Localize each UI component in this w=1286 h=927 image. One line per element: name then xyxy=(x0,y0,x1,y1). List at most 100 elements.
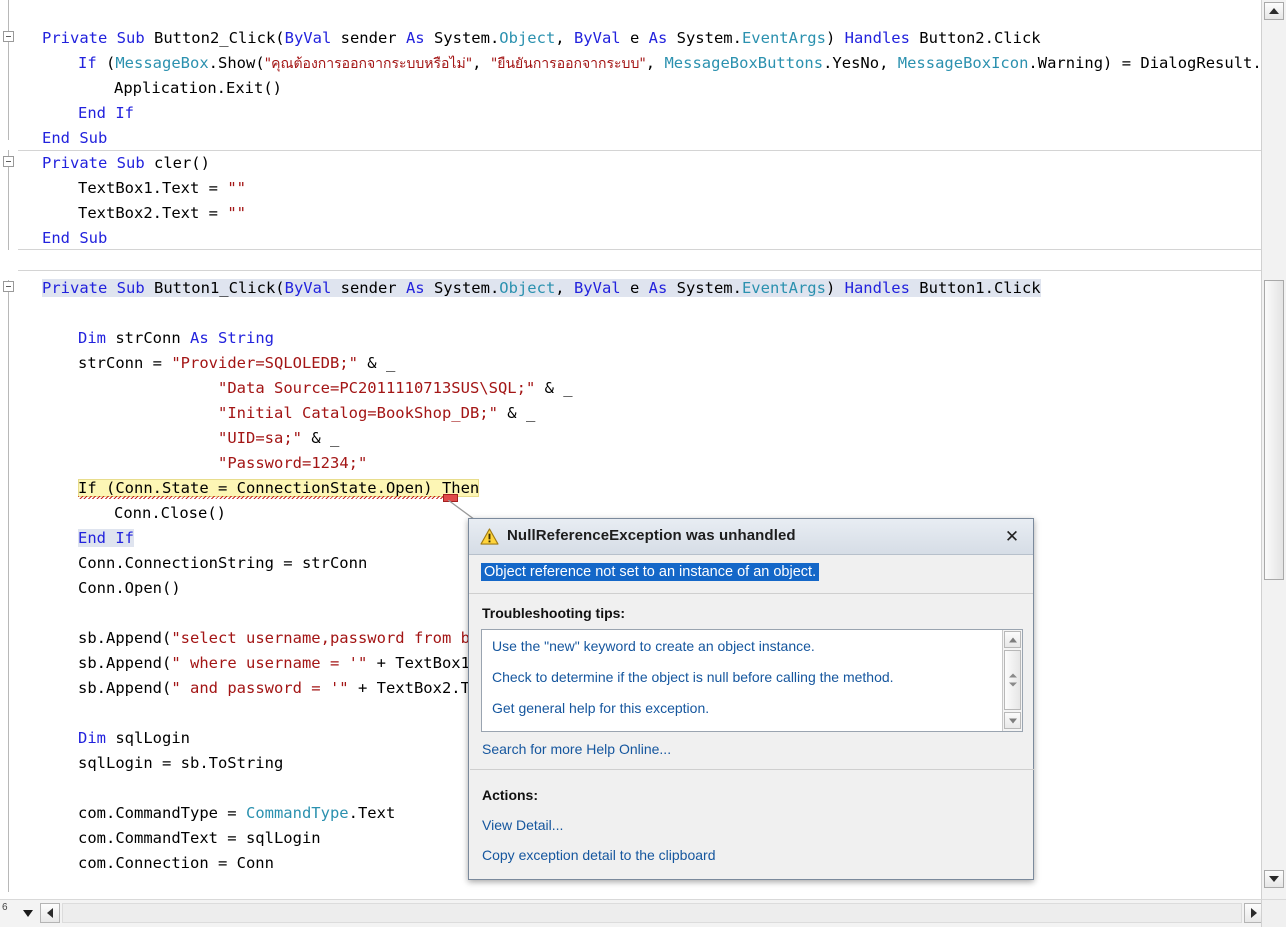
code-line[interactable]: sqlLogin = sb.ToString xyxy=(0,751,283,776)
scroll-down-button[interactable] xyxy=(1264,870,1284,888)
editor-horizontal-scrollbar[interactable]: 6 xyxy=(0,899,1286,927)
code-token: TextBox1.Text = xyxy=(78,179,228,197)
code-line[interactable]: com.Connection = Conn xyxy=(0,851,274,876)
code-line[interactable]: sb.Append(" where username = '" + TextBo… xyxy=(0,651,498,676)
code-line[interactable]: Private Sub Button1_Click(ByVal sender A… xyxy=(0,276,1041,301)
code-token: .YesNo, xyxy=(823,54,898,72)
tips-scroll-down-button[interactable] xyxy=(1004,712,1021,729)
code-token: MessageBox xyxy=(115,54,209,72)
code-line[interactable]: com.CommandType = CommandType.Text xyxy=(0,801,395,826)
code-line[interactable]: Private Sub cler() xyxy=(0,151,210,176)
actions-heading: Actions: xyxy=(482,787,538,803)
exception-assistant-dialog[interactable]: NullReferenceException was unhandled ✕ O… xyxy=(468,518,1034,880)
chevron-left-icon xyxy=(47,908,53,918)
tips-scrollbar[interactable] xyxy=(1002,630,1022,731)
code-token: "" xyxy=(227,204,246,222)
code-line[interactable]: Conn.Open() xyxy=(0,576,181,601)
code-token: sender xyxy=(331,29,406,47)
code-token: "Initial Catalog=BookShop_DB;" xyxy=(218,404,498,422)
code-line[interactable]: com.CommandText = sqlLogin xyxy=(0,826,321,851)
code-line[interactable]: sb.Append("select username,password from… xyxy=(0,626,498,651)
exception-message[interactable]: Object reference not set to an instance … xyxy=(481,563,820,581)
code-line[interactable]: Conn.ConnectionString = strConn xyxy=(0,551,367,576)
code-token: " where username = '" xyxy=(171,654,368,672)
code-line[interactable]: Application.Exit() xyxy=(0,76,282,101)
region-separator xyxy=(18,150,1262,151)
troubleshooting-tips-list[interactable]: Use the "new" keyword to create an objec… xyxy=(481,629,1023,732)
code-line[interactable]: Conn.Close() xyxy=(0,501,226,526)
code-token: Private Sub xyxy=(42,29,154,47)
code-line[interactable]: "UID=sa;" & _ xyxy=(0,426,339,451)
code-line[interactable]: End If xyxy=(0,526,134,551)
code-token: com.Connection = Conn xyxy=(78,854,274,872)
code-line[interactable]: "Data Source=PC2011110713SUS\SQL;" & _ xyxy=(0,376,573,401)
code-token: Conn.ConnectionString = strConn xyxy=(78,554,368,572)
code-line[interactable]: End Sub xyxy=(0,126,107,151)
horizontal-scrollbar-track[interactable] xyxy=(62,903,1242,923)
code-token: "Provider=SQLOLEDB;" xyxy=(171,354,358,372)
vertical-scrollbar-thumb[interactable] xyxy=(1264,280,1284,580)
scroll-up-button[interactable] xyxy=(1264,2,1284,20)
code-token: Button1_Click( xyxy=(153,279,285,297)
editor-vertical-scrollbar[interactable] xyxy=(1261,0,1286,905)
code-token: As xyxy=(648,279,668,297)
code-token: Button1.Click xyxy=(909,279,1041,297)
code-token: "select username,password from bs_e xyxy=(171,629,498,647)
chevron-down-icon[interactable] xyxy=(22,908,34,918)
dialog-divider xyxy=(470,769,1034,770)
code-token: .Show( xyxy=(208,54,265,72)
scroll-left-button[interactable] xyxy=(40,903,60,923)
tip-link[interactable]: Check to determine if the object is null… xyxy=(492,669,894,685)
tips-scrollbar-thumb[interactable] xyxy=(1004,650,1021,710)
code-line[interactable]: "Password=1234;" xyxy=(0,451,367,476)
code-line[interactable]: End Sub xyxy=(0,226,107,251)
code-token: & _ xyxy=(302,429,340,447)
code-line[interactable]: Dim sqlLogin xyxy=(0,726,190,751)
code-token: EventArgs xyxy=(741,29,826,47)
code-token: "Data Source=PC2011110713SUS\SQL;" xyxy=(218,379,536,397)
code-token: .Warning) = DialogResult.Yes) xyxy=(1028,54,1262,72)
code-line[interactable]: Private Sub Button2_Click(ByVal sender A… xyxy=(0,26,1041,51)
tip-link[interactable]: Use the "new" keyword to create an objec… xyxy=(492,638,815,654)
chevron-down-icon xyxy=(1269,876,1279,882)
tip-link[interactable]: Get general help for this exception. xyxy=(492,700,709,716)
code-token: Application xyxy=(114,79,217,97)
chevron-right-icon xyxy=(1251,908,1257,918)
code-line[interactable]: End If xyxy=(0,101,134,126)
code-line[interactable]: "Initial Catalog=BookShop_DB;" & _ xyxy=(0,401,535,426)
code-line[interactable]: sb.Append(" and password = '" + TextBox2… xyxy=(0,676,498,701)
view-detail-link[interactable]: View Detail... xyxy=(482,817,563,833)
code-token: , xyxy=(555,279,574,297)
code-token: , xyxy=(555,29,574,47)
code-token: , xyxy=(645,54,665,72)
code-token: sender xyxy=(331,279,406,297)
code-token: & _ xyxy=(497,404,536,422)
code-line[interactable]: If (MessageBox.Show("คุณต้องการออกจากระบ… xyxy=(0,51,1262,76)
troubleshooting-tips-heading: Troubleshooting tips: xyxy=(482,605,626,621)
code-token: e xyxy=(620,29,649,47)
copy-exception-detail-link[interactable]: Copy exception detail to the clipboard xyxy=(482,847,715,863)
close-icon[interactable]: ✕ xyxy=(1001,526,1023,548)
code-token: As xyxy=(405,279,425,297)
code-token: Dim xyxy=(78,729,106,747)
code-line[interactable]: TextBox1.Text = "" xyxy=(0,176,246,201)
code-token: " and password = '" xyxy=(171,679,349,697)
code-token: System. xyxy=(424,279,500,297)
code-token: If (Conn.State = ConnectionState.Open) T… xyxy=(78,479,480,497)
code-token: Object xyxy=(499,279,556,297)
code-token: "คุณต้องการออกจากระบบหรือไม่" xyxy=(264,56,473,72)
code-token: End Sub xyxy=(42,229,108,247)
chevron-up-icon xyxy=(1269,8,1279,14)
code-token: "UID=sa;" xyxy=(218,429,302,447)
code-token: MessageBoxButtons xyxy=(664,54,824,72)
code-line[interactable]: Dim strConn As String xyxy=(0,326,274,351)
code-token: TextBox2.Text = xyxy=(78,204,228,222)
code-token: cler() xyxy=(153,154,210,172)
code-line[interactable]: strConn = "Provider=SQLOLEDB;" & _ xyxy=(0,351,395,376)
tips-scroll-up-button[interactable] xyxy=(1004,631,1021,648)
search-help-online-link[interactable]: Search for more Help Online... xyxy=(482,741,671,757)
code-token: "Password=1234;" xyxy=(218,454,368,472)
code-line[interactable]: TextBox2.Text = "" xyxy=(0,201,246,226)
code-token: Private Sub xyxy=(42,279,154,297)
code-token: MessageBoxIcon xyxy=(897,54,1029,72)
